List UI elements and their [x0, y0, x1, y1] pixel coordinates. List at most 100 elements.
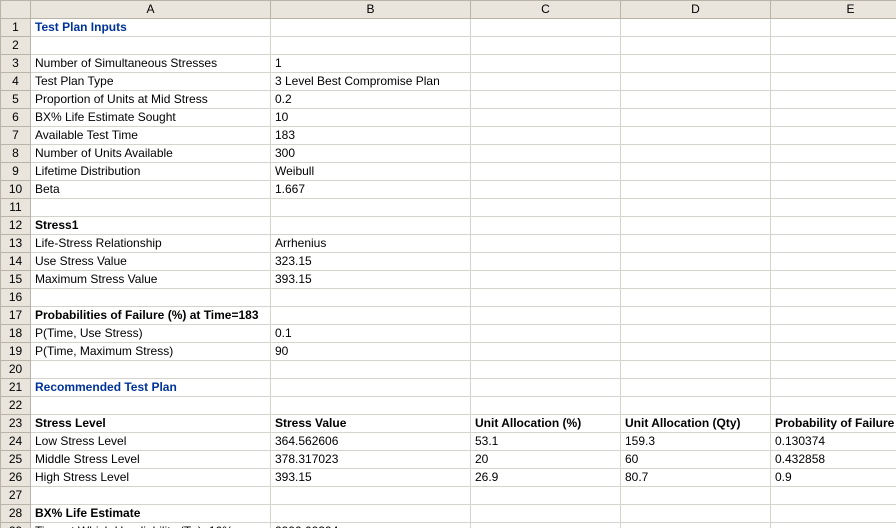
cell-C10[interactable]	[471, 181, 621, 199]
cell-E24[interactable]: 0.130374	[771, 433, 896, 451]
cell-E13[interactable]	[771, 235, 896, 253]
cell-B27[interactable]	[271, 487, 471, 505]
row-header[interactable]: 21	[1, 379, 31, 397]
cell-A13[interactable]: Life-Stress Relationship	[31, 235, 271, 253]
cell-C18[interactable]	[471, 325, 621, 343]
cell-B6[interactable]: 10	[271, 109, 471, 127]
cell-E25[interactable]: 0.432858	[771, 451, 896, 469]
cell-C27[interactable]	[471, 487, 621, 505]
row-header[interactable]: 25	[1, 451, 31, 469]
cell-D24[interactable]: 159.3	[621, 433, 771, 451]
row-header[interactable]: 9	[1, 163, 31, 181]
cell-B11[interactable]	[271, 199, 471, 217]
cell-D21[interactable]	[621, 379, 771, 397]
cell-A4[interactable]: Test Plan Type	[31, 73, 271, 91]
cell-C9[interactable]	[471, 163, 621, 181]
cell-B12[interactable]	[271, 217, 471, 235]
cell-B21[interactable]	[271, 379, 471, 397]
cell-D25[interactable]: 60	[621, 451, 771, 469]
col-header-E[interactable]: E	[771, 1, 896, 19]
cell-D20[interactable]	[621, 361, 771, 379]
cell-E28[interactable]	[771, 505, 896, 523]
cell-E17[interactable]	[771, 307, 896, 325]
cell-C4[interactable]	[471, 73, 621, 91]
cell-B25[interactable]: 378.317023	[271, 451, 471, 469]
cell-B3[interactable]: 1	[271, 55, 471, 73]
cell-D2[interactable]	[621, 37, 771, 55]
cell-C13[interactable]	[471, 235, 621, 253]
cell-D18[interactable]	[621, 325, 771, 343]
row-header[interactable]: 12	[1, 217, 31, 235]
cell-E10[interactable]	[771, 181, 896, 199]
grid[interactable]: A B C D E 1 Test Plan Inputs 2 3 Number …	[0, 0, 896, 528]
cell-A12[interactable]: Stress1	[31, 217, 271, 235]
cell-A8[interactable]: Number of Units Available	[31, 145, 271, 163]
cell-D26[interactable]: 80.7	[621, 469, 771, 487]
col-header-A[interactable]: A	[31, 1, 271, 19]
cell-E16[interactable]	[771, 289, 896, 307]
cell-A2[interactable]	[31, 37, 271, 55]
cell-D22[interactable]	[621, 397, 771, 415]
row-header[interactable]: 11	[1, 199, 31, 217]
col-header-C[interactable]: C	[471, 1, 621, 19]
cell-B19[interactable]: 90	[271, 343, 471, 361]
cell-E23[interactable]: Probability of Failure	[771, 415, 896, 433]
cell-E12[interactable]	[771, 217, 896, 235]
col-header-B[interactable]: B	[271, 1, 471, 19]
row-header[interactable]: 24	[1, 433, 31, 451]
cell-A26[interactable]: High Stress Level	[31, 469, 271, 487]
row-header[interactable]: 18	[1, 325, 31, 343]
cell-B16[interactable]	[271, 289, 471, 307]
cell-D4[interactable]	[621, 73, 771, 91]
cell-A20[interactable]	[31, 361, 271, 379]
row-header[interactable]: 17	[1, 307, 31, 325]
cell-D13[interactable]	[621, 235, 771, 253]
cell-D12[interactable]	[621, 217, 771, 235]
cell-E20[interactable]	[771, 361, 896, 379]
cell-D27[interactable]	[621, 487, 771, 505]
cell-C20[interactable]	[471, 361, 621, 379]
cell-C8[interactable]	[471, 145, 621, 163]
cell-E3[interactable]	[771, 55, 896, 73]
cell-C17[interactable]	[471, 307, 621, 325]
cell-E4[interactable]	[771, 73, 896, 91]
cell-E6[interactable]	[771, 109, 896, 127]
cell-B10[interactable]: 1.667	[271, 181, 471, 199]
cell-C7[interactable]	[471, 127, 621, 145]
cell-C16[interactable]	[471, 289, 621, 307]
cell-E15[interactable]	[771, 271, 896, 289]
select-all-corner[interactable]	[1, 1, 31, 19]
cell-E8[interactable]	[771, 145, 896, 163]
cell-D3[interactable]	[621, 55, 771, 73]
cell-A18[interactable]: P(Time, Use Stress)	[31, 325, 271, 343]
cell-B8[interactable]: 300	[271, 145, 471, 163]
cell-C3[interactable]	[471, 55, 621, 73]
cell-E27[interactable]	[771, 487, 896, 505]
cell-C5[interactable]	[471, 91, 621, 109]
cell-A9[interactable]: Lifetime Distribution	[31, 163, 271, 181]
cell-D17[interactable]	[621, 307, 771, 325]
cell-A5[interactable]: Proportion of Units at Mid Stress	[31, 91, 271, 109]
cell-E22[interactable]	[771, 397, 896, 415]
cell-B20[interactable]	[271, 361, 471, 379]
cell-E21[interactable]	[771, 379, 896, 397]
cell-D14[interactable]	[621, 253, 771, 271]
cell-B13[interactable]: Arrhenius	[271, 235, 471, 253]
cell-B22[interactable]	[271, 397, 471, 415]
cell-A14[interactable]: Use Stress Value	[31, 253, 271, 271]
cell-C29[interactable]	[471, 523, 621, 528]
row-header[interactable]: 26	[1, 469, 31, 487]
cell-E29[interactable]	[771, 523, 896, 528]
cell-A21[interactable]: Recommended Test Plan	[31, 379, 271, 397]
cell-A29[interactable]: Time at Which Unreliability (Tp)=10%	[31, 523, 271, 528]
row-header[interactable]: 2	[1, 37, 31, 55]
cell-C25[interactable]: 20	[471, 451, 621, 469]
cell-A10[interactable]: Beta	[31, 181, 271, 199]
cell-E1[interactable]	[771, 19, 896, 37]
cell-D9[interactable]	[621, 163, 771, 181]
cell-A3[interactable]: Number of Simultaneous Stresses	[31, 55, 271, 73]
cell-C12[interactable]	[471, 217, 621, 235]
cell-A1[interactable]: Test Plan Inputs	[31, 19, 271, 37]
cell-C11[interactable]	[471, 199, 621, 217]
cell-C6[interactable]	[471, 109, 621, 127]
